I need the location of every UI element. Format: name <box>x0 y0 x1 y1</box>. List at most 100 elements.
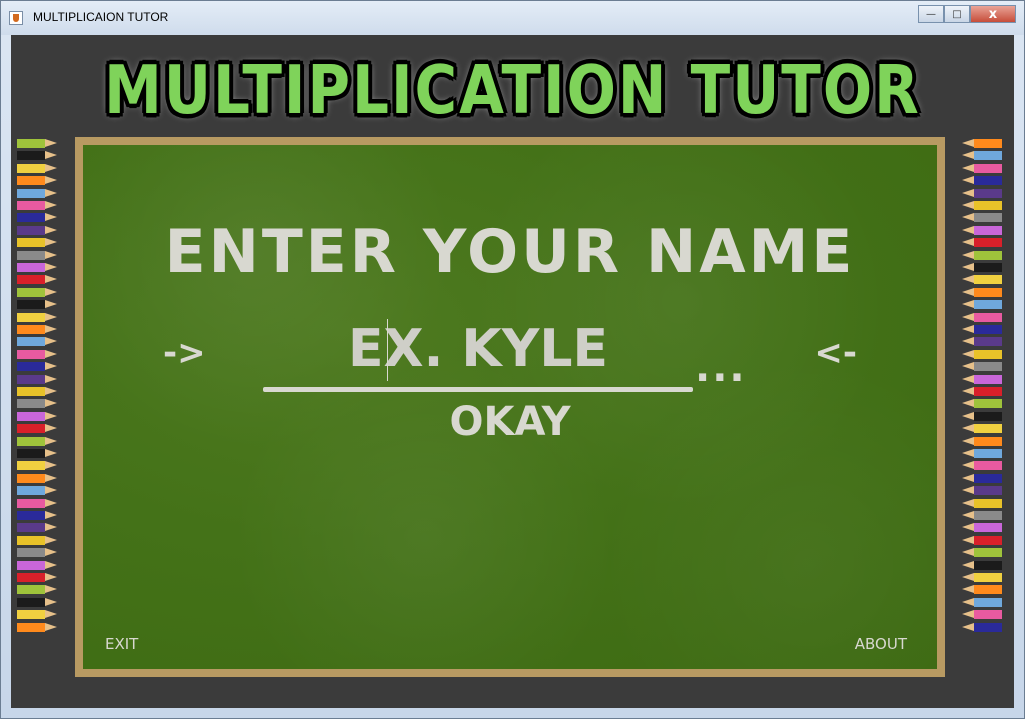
pencil-decoration <box>962 188 1002 198</box>
pencil-decoration <box>17 225 57 235</box>
pencil-decoration <box>962 213 1002 223</box>
pencil-decoration <box>17 387 57 396</box>
right-arrow: <- <box>814 333 857 373</box>
pencil-decoration <box>17 548 57 558</box>
pencil-decoration <box>17 312 57 322</box>
minimize-button[interactable]: — <box>918 5 944 23</box>
pencil-decoration <box>17 213 57 223</box>
ellipsis: ... <box>695 345 747 391</box>
pencil-decoration <box>962 548 1002 558</box>
window-title: MULTIPLICAION TUTOR <box>33 10 169 24</box>
pencil-decoration <box>962 176 1002 186</box>
game-canvas: MULTIPLICATION TUTOR ENTER YOUR NAME -> … <box>11 35 1014 708</box>
okay-button[interactable]: OKAY <box>83 399 937 445</box>
pencil-decoration <box>17 275 57 285</box>
pencil-decoration <box>962 337 1002 347</box>
pencil-decoration <box>17 585 57 595</box>
pencil-decoration <box>962 597 1002 607</box>
pencil-decoration <box>17 300 57 310</box>
pencil-decoration <box>17 250 57 260</box>
enter-name-heading: ENTER YOUR NAME <box>164 217 856 287</box>
chalkboard: ENTER YOUR NAME -> <- ... OKAY EXIT ABOU… <box>83 145 937 669</box>
pencil-decoration <box>962 461 1002 471</box>
pencil-decoration <box>962 473 1002 483</box>
pencil-decoration <box>17 573 57 582</box>
pencil-decoration <box>962 374 1002 384</box>
window-controls: — □ x <box>918 5 1016 25</box>
game-title: MULTIPLICATION TUTOR <box>104 51 921 130</box>
pencil-decoration <box>17 349 57 359</box>
pencil-decoration <box>17 176 57 186</box>
pencil-decoration <box>17 511 57 520</box>
pencil-column-right <box>962 139 1008 639</box>
pencil-decoration <box>17 411 57 421</box>
pencil-decoration <box>962 449 1002 458</box>
pencil-decoration <box>962 250 1002 260</box>
pencil-decoration <box>962 201 1002 210</box>
text-caret <box>387 319 388 381</box>
exit-button[interactable]: EXIT <box>105 635 138 653</box>
pencil-decoration <box>962 163 1002 173</box>
pencil-decoration <box>962 399 1002 409</box>
pencil-decoration <box>17 337 57 347</box>
pencil-decoration <box>17 201 57 210</box>
pencil-decoration <box>962 349 1002 359</box>
pencil-decoration <box>17 610 57 620</box>
pencil-decoration <box>17 287 57 297</box>
pencil-decoration <box>17 535 57 545</box>
close-button[interactable]: x <box>970 5 1016 23</box>
pencil-decoration <box>962 139 1002 148</box>
pencil-decoration <box>17 560 57 570</box>
title-bar[interactable]: MULTIPLICAION TUTOR — □ x <box>1 1 1024 35</box>
pencil-decoration <box>962 238 1002 248</box>
pencil-decoration <box>962 287 1002 297</box>
pencil-decoration <box>17 424 57 434</box>
pencil-decoration <box>962 498 1002 508</box>
pencil-decoration <box>962 424 1002 434</box>
pencil-decoration <box>962 225 1002 235</box>
pencil-decoration <box>962 585 1002 595</box>
name-underline <box>263 387 693 392</box>
pencil-decoration <box>962 573 1002 582</box>
pencil-decoration <box>962 387 1002 396</box>
chalkboard-frame: ENTER YOUR NAME -> <- ... OKAY EXIT ABOU… <box>75 137 945 677</box>
pencil-decoration <box>17 399 57 409</box>
pencil-decoration <box>962 523 1002 533</box>
pencil-decoration <box>17 151 57 161</box>
pencil-decoration <box>962 535 1002 545</box>
pencil-decoration <box>17 263 57 272</box>
pencil-decoration <box>17 374 57 384</box>
pencil-decoration <box>17 498 57 508</box>
pencil-decoration <box>962 486 1002 496</box>
pencil-decoration <box>962 275 1002 285</box>
pencil-decoration <box>962 151 1002 161</box>
app-window: MULTIPLICAION TUTOR — □ x MULTIPLICATION… <box>0 0 1025 719</box>
about-button[interactable]: ABOUT <box>855 635 907 653</box>
pencil-decoration <box>962 362 1002 372</box>
pencil-decoration <box>17 139 57 148</box>
pencil-decoration <box>17 238 57 248</box>
pencil-decoration <box>17 622 57 632</box>
pencil-decoration <box>17 449 57 458</box>
pencil-decoration <box>962 560 1002 570</box>
pencil-decoration <box>17 163 57 173</box>
pencil-decoration <box>962 411 1002 421</box>
pencil-decoration <box>17 188 57 198</box>
pencil-decoration <box>962 622 1002 632</box>
pencil-decoration <box>17 473 57 483</box>
pencil-decoration <box>962 312 1002 322</box>
pencil-decoration <box>17 523 57 533</box>
pencil-decoration <box>962 325 1002 334</box>
left-arrow: -> <box>163 333 206 373</box>
pencil-decoration <box>962 511 1002 520</box>
name-input[interactable] <box>263 313 693 385</box>
pencil-decoration <box>17 325 57 334</box>
pencil-decoration <box>17 461 57 471</box>
java-app-icon <box>9 11 23 25</box>
pencil-decoration <box>962 610 1002 620</box>
maximize-button[interactable]: □ <box>944 5 970 23</box>
pencil-decoration <box>17 597 57 607</box>
pencil-decoration <box>962 300 1002 310</box>
pencil-decoration <box>17 486 57 496</box>
pencil-column-left <box>17 139 63 639</box>
